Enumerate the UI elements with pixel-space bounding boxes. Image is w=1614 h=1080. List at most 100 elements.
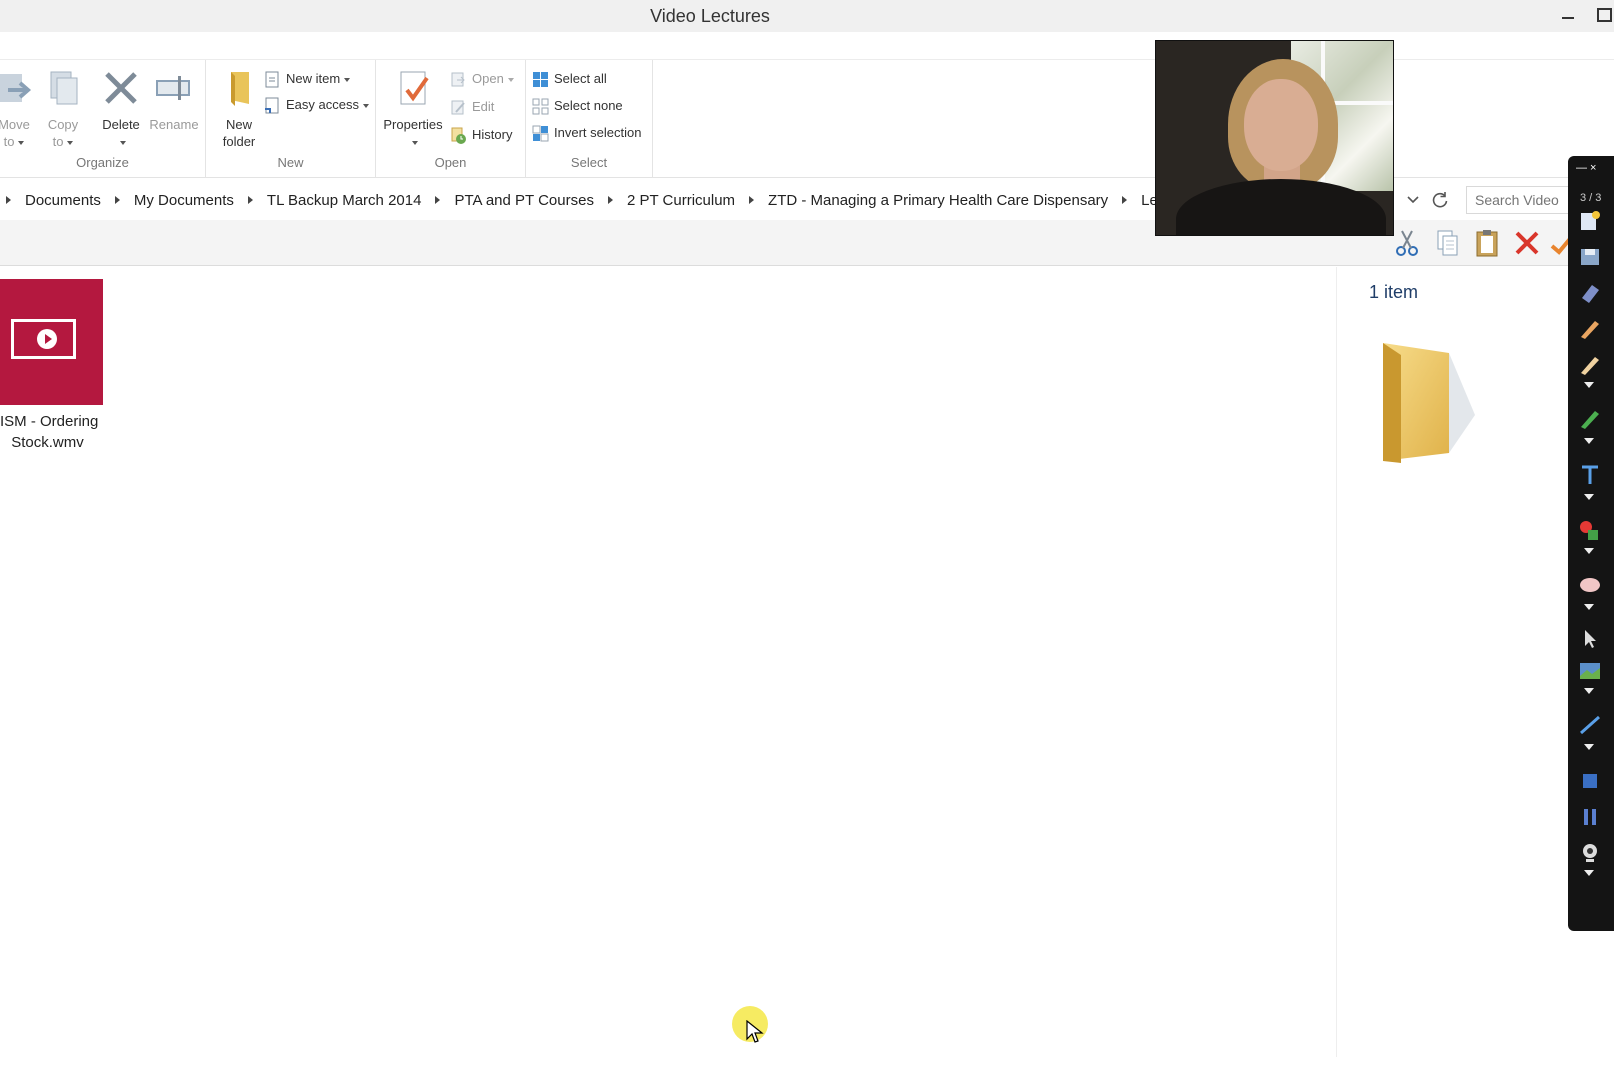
- new-folder-icon: [231, 72, 249, 106]
- annotation-toolbar: — × 3 / 3: [1568, 156, 1614, 931]
- new-page-icon[interactable]: [1578, 210, 1602, 232]
- minimize-button[interactable]: [1555, 4, 1581, 26]
- save-icon[interactable]: [1578, 246, 1602, 268]
- rename-label: Rename: [149, 117, 199, 132]
- text-tool-dropdown[interactable]: [1584, 494, 1594, 500]
- chevron-down-icon[interactable]: [1405, 192, 1421, 208]
- webcam-icon[interactable]: [1578, 842, 1602, 864]
- copy-to-label-2: to: [36, 133, 90, 150]
- breadcrumb-separator-icon[interactable]: [749, 196, 755, 204]
- open-group: Properties Open Edit History Open: [376, 60, 526, 178]
- open-button[interactable]: Open: [450, 68, 514, 90]
- webcam-overlay: [1155, 40, 1394, 236]
- select-all-label: Select all: [554, 71, 607, 86]
- file-name: ISM - Ordering Stock.wmv: [0, 411, 99, 453]
- shape-tool-icon[interactable]: [1578, 770, 1602, 792]
- new-folder-button[interactable]: New folder: [212, 68, 266, 150]
- webcam-person-face: [1244, 79, 1318, 171]
- breadcrumb-separator-icon[interactable]: [6, 196, 11, 204]
- webcam-dropdown[interactable]: [1584, 870, 1594, 876]
- delete-dropdown[interactable]: [94, 133, 148, 150]
- file-name-line-1: ISM - Ordering: [0, 413, 99, 430]
- breadcrumb-item-pta-courses[interactable]: PTA and PT Courses: [448, 192, 600, 209]
- delete-red-x-icon[interactable]: [1512, 228, 1542, 258]
- move-to-button[interactable]: Move to: [0, 68, 36, 150]
- title-bar: Video Lectures: [0, 0, 1614, 32]
- history-label: History: [472, 127, 513, 142]
- file-item[interactable]: ISM - Ordering Stock.wmv: [0, 279, 103, 453]
- breadcrumb-item-ztd[interactable]: ZTD - Managing a Primary Health Care Dis…: [762, 192, 1114, 209]
- line-tool-icon[interactable]: [1578, 714, 1602, 736]
- breadcrumb-item-my-documents[interactable]: My Documents: [128, 192, 240, 209]
- background-image-icon[interactable]: [1578, 660, 1602, 682]
- eraser-dropdown[interactable]: [1584, 604, 1594, 610]
- breadcrumb-separator-icon[interactable]: [247, 196, 253, 204]
- background-dropdown[interactable]: [1584, 688, 1594, 694]
- new-folder-label-2: folder: [222, 134, 256, 149]
- edit-button[interactable]: Edit: [450, 96, 494, 118]
- item-count: 1 item: [1369, 282, 1419, 302]
- open-icon: [451, 72, 465, 87]
- edit-icon: [451, 100, 465, 115]
- breadcrumb-item-tl-backup[interactable]: TL Backup March 2014: [261, 192, 428, 209]
- copy-to-button[interactable]: Copy to: [36, 68, 90, 150]
- copy-to-icon: [50, 71, 78, 105]
- easy-access-label: Easy access: [286, 97, 359, 112]
- invert-selection-button[interactable]: Invert selection: [532, 122, 641, 144]
- properties-button[interactable]: Properties: [380, 68, 446, 150]
- breadcrumb-separator-icon[interactable]: [607, 196, 613, 204]
- color-picker-dropdown[interactable]: [1584, 548, 1594, 554]
- new-item-button[interactable]: New item: [264, 68, 351, 90]
- breadcrumb-item-pt-curriculum[interactable]: 2 PT Curriculum: [621, 192, 741, 209]
- color-picker-icon[interactable]: [1578, 520, 1602, 542]
- details-pane: 1 item: [1336, 267, 1568, 1057]
- organize-group-label: Organize: [76, 155, 129, 170]
- breadcrumb: Documents My Documents TL Backup March 2…: [0, 184, 1226, 216]
- easy-access-button[interactable]: Easy access: [264, 94, 369, 116]
- file-list-pane[interactable]: ISM - Ordering Stock.wmv: [0, 267, 1335, 1057]
- cut-icon[interactable]: [1392, 228, 1422, 258]
- select-none-button[interactable]: Select none: [532, 95, 623, 117]
- window-title: Video Lectures: [650, 6, 770, 26]
- breadcrumb-item-documents[interactable]: Documents: [19, 192, 107, 209]
- properties-icon: [400, 71, 429, 105]
- text-tool-icon[interactable]: [1578, 464, 1602, 486]
- annotation-toolbar-controls[interactable]: — ×: [1576, 162, 1596, 174]
- easy-access-icon: [265, 97, 279, 114]
- properties-label: Properties: [383, 117, 443, 132]
- pencil-icon[interactable]: [1578, 354, 1602, 376]
- copy-icon[interactable]: [1432, 228, 1462, 258]
- pointer-icon[interactable]: [1578, 628, 1602, 650]
- move-to-label-1: Move: [0, 117, 30, 132]
- breadcrumb-separator-icon[interactable]: [435, 196, 441, 204]
- select-all-button[interactable]: Select all: [532, 68, 607, 90]
- highlighter-dropdown[interactable]: [1584, 438, 1594, 444]
- eraser-page-icon[interactable]: [1578, 282, 1602, 304]
- select-all-icon: [533, 72, 548, 87]
- pencil-dropdown[interactable]: [1584, 382, 1594, 388]
- properties-dropdown[interactable]: [380, 133, 446, 150]
- delete-button[interactable]: Delete: [94, 68, 148, 150]
- video-play-icon: [11, 319, 76, 359]
- refresh-icon[interactable]: [1430, 190, 1450, 210]
- delete-x-icon: [105, 72, 137, 104]
- pause-icon[interactable]: [1578, 806, 1602, 828]
- new-folder-label-1: New: [225, 117, 252, 132]
- breadcrumb-separator-icon[interactable]: [1122, 196, 1128, 204]
- highlighter-icon[interactable]: [1578, 408, 1602, 430]
- history-icon: [451, 127, 466, 144]
- new-item-label: New item: [286, 71, 341, 86]
- select-group-label: Select: [570, 155, 608, 170]
- breadcrumb-separator-icon[interactable]: [114, 196, 120, 204]
- new-group: New folder New item Easy access New: [206, 60, 376, 178]
- rename-button[interactable]: Rename: [146, 68, 202, 133]
- maximize-button[interactable]: [1590, 4, 1614, 26]
- delete-label: Delete: [102, 117, 140, 132]
- pen-icon[interactable]: [1578, 318, 1602, 340]
- eraser-icon[interactable]: [1578, 574, 1602, 596]
- paste-icon[interactable]: [1472, 228, 1502, 258]
- mouse-pointer-icon: [746, 1020, 764, 1043]
- line-tool-dropdown[interactable]: [1584, 744, 1594, 750]
- video-thumbnail[interactable]: [0, 279, 103, 405]
- history-button[interactable]: History: [450, 124, 512, 146]
